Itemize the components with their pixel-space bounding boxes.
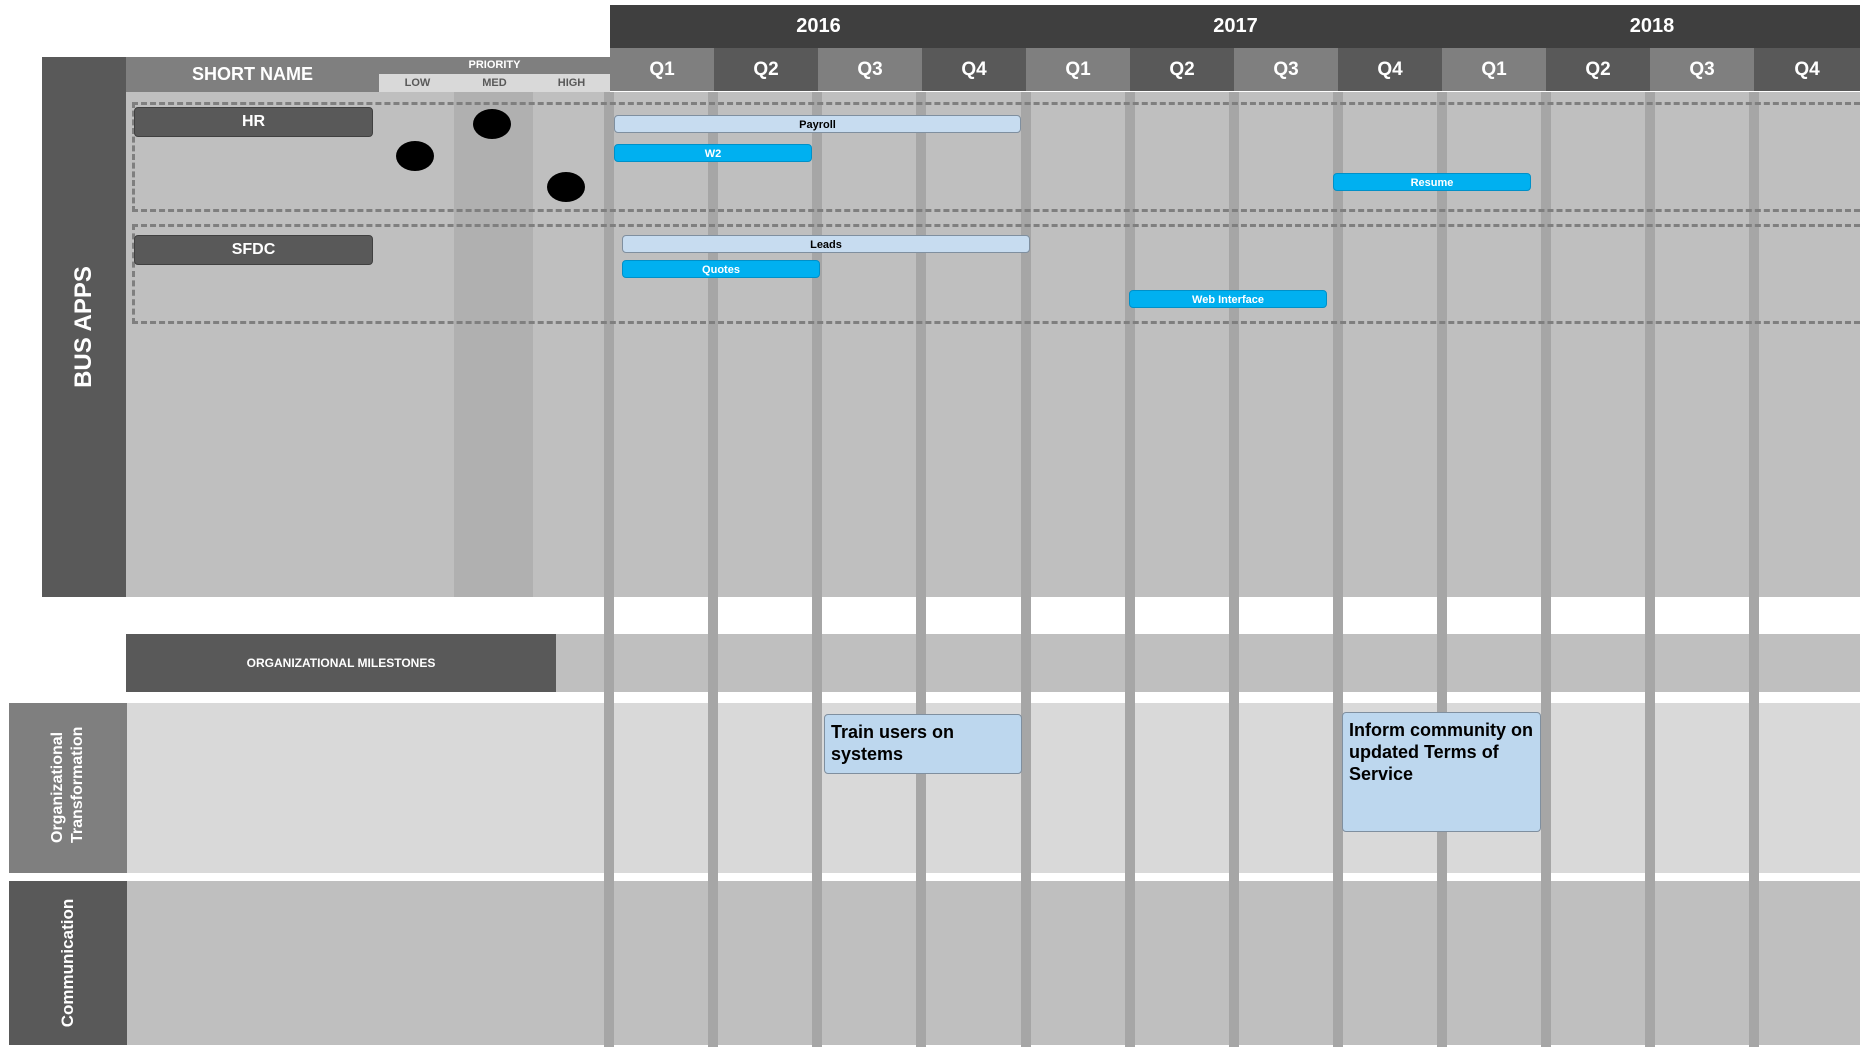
quarter-header: Q3 <box>1234 48 1338 91</box>
communication-row-label: Communication <box>9 881 127 1045</box>
quarter-header: Q1 <box>610 48 714 91</box>
quarter-header: Q4 <box>1338 48 1442 91</box>
priority-med-header: MED <box>456 74 533 92</box>
note-terms-of-service[interactable]: Inform community on updated Terms of Ser… <box>1342 712 1541 832</box>
org-transformation-row-label: Organizational Transformation <box>9 703 127 873</box>
quarter-header: Q2 <box>714 48 818 91</box>
bar-web-interface[interactable]: Web Interface <box>1129 290 1327 308</box>
priority-dot <box>547 172 585 202</box>
priority-header: PRIORITY <box>379 57 610 74</box>
bar-resume[interactable]: Resume <box>1333 173 1531 191</box>
bar-leads[interactable]: Leads <box>622 235 1030 253</box>
quarter-header: Q4 <box>922 48 1026 91</box>
year-2018: 2018 <box>1629 15 1675 37</box>
priority-dot <box>473 109 511 139</box>
note-train-users[interactable]: Train users on systems <box>824 714 1022 774</box>
priority-dot <box>396 141 434 171</box>
year-2017: 2017 <box>1213 15 1258 37</box>
communication-row <box>127 881 1860 1045</box>
bar-w2[interactable]: W2 <box>614 144 812 162</box>
bar-payroll[interactable]: Payroll <box>614 115 1021 133</box>
priority-high-header: HIGH <box>533 74 610 92</box>
quarter-header: Q1 <box>1442 48 1546 91</box>
quarter-header: Q2 <box>1130 48 1234 91</box>
org-transformation-label: Organizational Transformation <box>49 726 86 843</box>
sfdc-name-box[interactable]: SFDC <box>134 235 373 265</box>
communication-label: Communication <box>58 898 77 1028</box>
quarter-header: Q3 <box>1650 48 1754 91</box>
year-2016: 2016 <box>796 15 841 37</box>
quarter-header: Q4 <box>1754 48 1860 91</box>
quarter-header: Q2 <box>1546 48 1650 91</box>
organizational-milestones-label: ORGANIZATIONAL MILESTONES <box>126 634 556 692</box>
priority-low-header: LOW <box>379 74 456 92</box>
quarter-header: Q3 <box>818 48 922 91</box>
hr-name-box[interactable]: HR <box>134 107 373 137</box>
quarter-header: Q1 <box>1026 48 1130 91</box>
bus-apps-section-label: BUS APPS <box>42 57 126 597</box>
bus-apps-label: BUS APPS <box>70 266 97 388</box>
bar-quotes[interactable]: Quotes <box>622 260 820 278</box>
short-name-header: SHORT NAME <box>126 57 379 92</box>
